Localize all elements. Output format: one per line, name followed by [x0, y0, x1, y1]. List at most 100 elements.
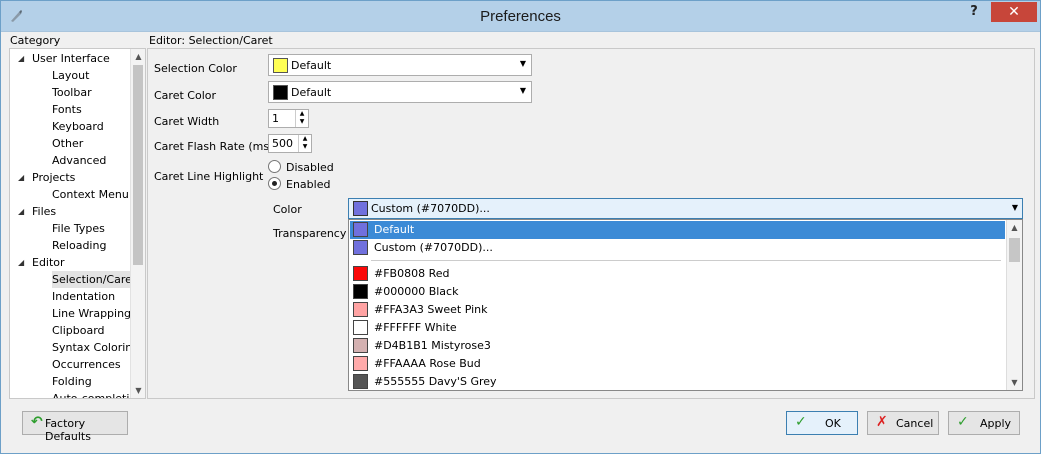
tree-item[interactable]: Indentation — [10, 288, 131, 305]
tree-item[interactable]: File Types — [10, 220, 131, 237]
dropdown-scrollbar[interactable]: ▲ ▼ — [1006, 220, 1022, 390]
section-title: Editor: Selection/Caret — [149, 34, 273, 47]
tree-item-label: Fonts — [52, 103, 82, 116]
tree-item[interactable]: Line Wrapping — [10, 305, 131, 322]
caret-flash-rate-label: Caret Flash Rate (ms) — [154, 140, 274, 153]
scroll-thumb[interactable] — [1009, 238, 1020, 262]
scroll-up-icon[interactable]: ▲ — [131, 49, 145, 64]
highlight-color-value: Custom (#7070DD)... — [371, 202, 490, 215]
color-option-label: #FFA3A3 Sweet Pink — [374, 303, 488, 316]
caret-flash-rate-spinner[interactable]: 500 ▲ ▼ — [268, 134, 312, 153]
color-option-label: #FFAAAA Rose Bud — [374, 357, 481, 370]
scroll-thumb[interactable] — [133, 65, 143, 265]
tree-item-label: Toolbar — [52, 86, 92, 99]
factory-defaults-label: Factory Defaults — [45, 417, 91, 443]
tree-scrollbar[interactable]: ▲ ▼ — [130, 49, 145, 398]
cancel-button[interactable]: ✗ Cancel — [867, 411, 939, 435]
preferences-window: Preferences ? ✕ Category Auto-completion… — [0, 0, 1041, 454]
color-option-label: #FFFFFF White — [374, 321, 457, 334]
close-button[interactable]: ✕ — [991, 2, 1037, 22]
color-option-label: Custom (#7070DD)... — [374, 241, 493, 254]
category-label: Category — [10, 34, 61, 47]
tree-item-label: Files — [32, 205, 57, 218]
color-option[interactable]: #000000 Black — [350, 283, 1005, 301]
tree-item[interactable]: Context Menu — [10, 186, 131, 203]
spin-up-icon[interactable]: ▲ — [299, 135, 311, 143]
spin-up-icon[interactable]: ▲ — [296, 110, 308, 118]
tree-item[interactable]: Other — [10, 135, 131, 152]
expand-arrow-icon[interactable]: ◢ — [18, 169, 24, 186]
tree-item[interactable]: ◢ Editor — [10, 254, 131, 271]
tree-item[interactable]: Clipboard — [10, 322, 131, 339]
transparency-label: Transparency — [273, 227, 347, 240]
expand-arrow-icon[interactable]: ◢ — [18, 50, 24, 67]
color-option[interactable]: #FFA3A3 Sweet Pink — [350, 301, 1005, 319]
tree-item[interactable]: ◢ Files — [10, 203, 131, 220]
caret-color-swatch — [273, 85, 288, 100]
ok-button[interactable]: ✓ OK — [786, 411, 858, 435]
caret-color-label: Caret Color — [154, 89, 216, 102]
tree-item[interactable]: ◢ User Interface — [10, 50, 131, 67]
color-option[interactable]: #FFFFFF White — [350, 319, 1005, 337]
selection-color-combo[interactable]: Default ▼ — [268, 54, 532, 76]
selection-color-label: Selection Color — [154, 62, 237, 75]
tree-item[interactable]: Layout — [10, 67, 131, 84]
scroll-up-icon[interactable]: ▲ — [1007, 220, 1022, 235]
caret-width-label: Caret Width — [154, 115, 220, 128]
color-option-label: #FB0808 Red — [374, 267, 450, 280]
cross-icon: ✗ — [876, 414, 888, 430]
radio-disabled[interactable] — [268, 160, 281, 173]
color-swatch — [353, 222, 368, 237]
color-option[interactable]: #555555 Davy'S Grey — [350, 373, 1005, 391]
scroll-down-icon[interactable]: ▼ — [131, 383, 145, 398]
spin-down-icon[interactable]: ▼ — [296, 118, 308, 126]
tree-item[interactable]: Keyboard — [10, 118, 131, 135]
tree-item[interactable]: Occurrences — [10, 356, 131, 373]
color-option[interactable]: #FFAAAA Rose Bud — [350, 355, 1005, 373]
color-option[interactable]: Custom (#7070DD)... — [350, 239, 1005, 257]
tree-item-label: Editor — [32, 256, 65, 269]
dropdown-separator — [371, 260, 1001, 261]
scroll-down-icon[interactable]: ▼ — [1007, 375, 1022, 390]
tree-item[interactable]: Advanced — [10, 152, 131, 169]
tree-item[interactable]: Auto-completion — [10, 390, 143, 398]
tree-item[interactable]: Toolbar — [10, 84, 131, 101]
color-swatch — [353, 266, 368, 281]
category-tree[interactable]: Auto-completion Folding Occurrences Syntax … — [9, 48, 146, 399]
color-option-label: #000000 Black — [374, 285, 459, 298]
tree-item[interactable]: Fonts — [10, 101, 131, 118]
highlight-color-combo[interactable]: Custom (#7070DD)... ▼ — [348, 198, 1023, 219]
spinner-buttons[interactable]: ▲ ▼ — [295, 110, 308, 127]
color-swatch — [353, 240, 368, 255]
tree-item-label: Indentation — [52, 290, 116, 303]
chevron-down-icon: ▼ — [519, 86, 526, 95]
caret-line-highlight-label: Caret Line Highlight — [154, 170, 264, 183]
color-option[interactable]: Default — [350, 221, 1005, 239]
color-option[interactable]: #D4B1B1 Mistyrose3 — [350, 337, 1005, 355]
tree-item[interactable]: Folding — [10, 373, 131, 390]
tree-item[interactable]: ◢ Projects — [10, 169, 131, 186]
help-button[interactable]: ? — [967, 4, 981, 22]
radio-enabled[interactable] — [268, 177, 281, 190]
expand-arrow-icon[interactable]: ◢ — [18, 203, 24, 220]
spinner-buttons[interactable]: ▲ ▼ — [298, 135, 311, 152]
factory-defaults-button[interactable]: ↶ Factory Defaults — [22, 411, 128, 443]
tree-item-label: Advanced — [52, 154, 107, 167]
apply-button[interactable]: ✓ Apply — [948, 411, 1020, 435]
radio-disabled-label: Disabled — [286, 161, 334, 174]
spin-down-icon[interactable]: ▼ — [299, 143, 311, 151]
expand-arrow-icon[interactable]: ◢ — [18, 254, 24, 271]
color-dropdown-list[interactable]: ▲ ▼ Default Custom (#7070DD)... #FB0808 Re… — [348, 219, 1023, 391]
tree-item-label: Layout — [52, 69, 90, 82]
color-option-label: Default — [374, 223, 415, 236]
tree-item-label: Reloading — [52, 239, 107, 252]
tree-item[interactable]: Syntax Coloring — [10, 339, 139, 356]
tree-item[interactable]: Reloading — [10, 237, 131, 254]
tree-item[interactable]: Selection/Caret — [10, 271, 139, 288]
cancel-label: Cancel — [896, 417, 934, 430]
tree-item-label: File Types — [52, 222, 105, 235]
caret-color-combo[interactable]: Default ▼ — [268, 81, 532, 103]
color-swatch — [353, 374, 368, 389]
caret-width-spinner[interactable]: 1 ▲ ▼ — [268, 109, 309, 128]
color-option[interactable]: #FB0808 Red — [350, 265, 1005, 283]
